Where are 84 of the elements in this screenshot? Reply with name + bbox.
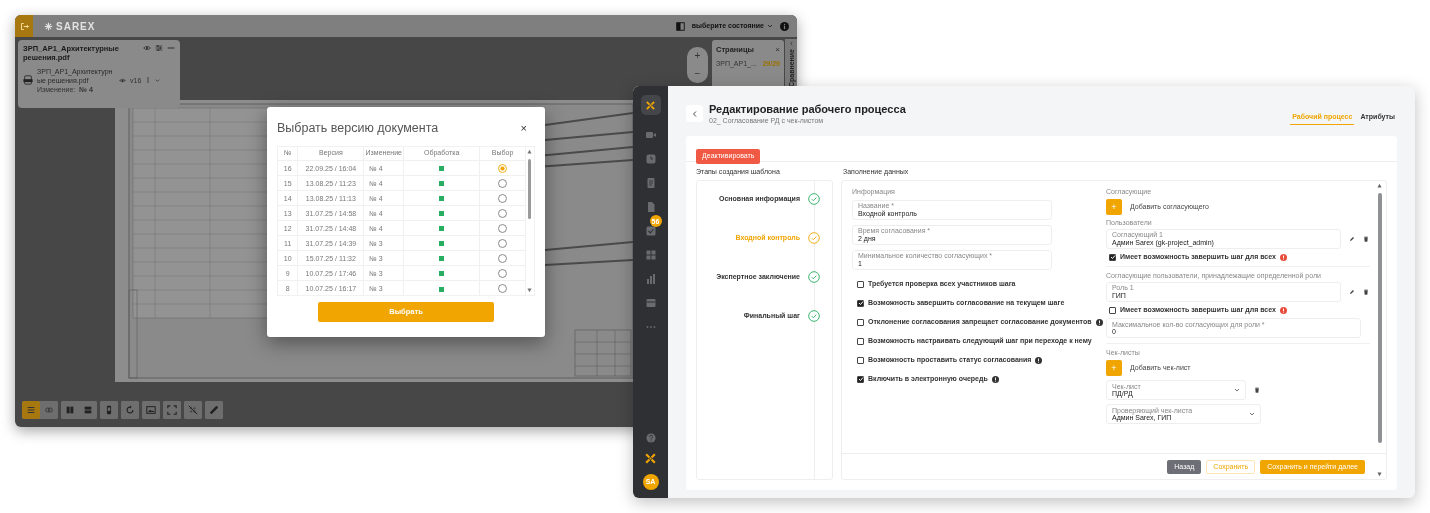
checkbox[interactable] xyxy=(1109,253,1116,261)
radio-button[interactable] xyxy=(498,238,508,248)
delete-icon[interactable] xyxy=(1363,289,1369,296)
chart-icon xyxy=(644,273,657,285)
checklist-icon xyxy=(644,225,657,237)
link-icon xyxy=(44,405,54,415)
scroll-up-icon xyxy=(526,148,533,154)
image-icon xyxy=(146,405,156,415)
layers-icon xyxy=(644,297,657,309)
back-button[interactable] xyxy=(686,105,703,122)
logo-icon xyxy=(644,452,657,465)
fullscreen-button[interactable] xyxy=(163,401,181,419)
checkbox[interactable] xyxy=(1109,306,1116,314)
chevron-left-icon[interactable] xyxy=(788,41,794,46)
layers-icon xyxy=(26,405,36,415)
layers-button[interactable] xyxy=(22,401,40,419)
exit-icon xyxy=(19,21,29,31)
radio-button[interactable] xyxy=(498,208,508,218)
close-button[interactable]: × xyxy=(775,45,780,54)
exit-button[interactable] xyxy=(15,15,33,37)
help-icon[interactable] xyxy=(645,433,656,443)
edit-icon[interactable] xyxy=(1349,236,1355,243)
radio-button[interactable] xyxy=(498,178,508,188)
radio-button[interactable] xyxy=(498,223,508,233)
ruler-button[interactable] xyxy=(205,401,223,419)
check-circle-icon xyxy=(808,271,820,283)
checkbox[interactable] xyxy=(857,280,864,288)
radio-button[interactable] xyxy=(498,163,508,173)
rotate-button[interactable] xyxy=(121,401,139,419)
video-icon xyxy=(644,129,657,141)
chevron-left-icon xyxy=(691,110,698,117)
grid-icon xyxy=(644,249,657,261)
pdf-file-icon xyxy=(23,75,33,86)
radio-button[interactable] xyxy=(498,284,508,293)
chevron-down-icon xyxy=(1249,411,1255,418)
checkbox[interactable] xyxy=(857,356,864,364)
check-circle-icon xyxy=(808,193,820,205)
rows-icon xyxy=(83,405,93,415)
check-circle-icon xyxy=(808,310,820,322)
check-circle-icon xyxy=(808,232,820,244)
help-icon xyxy=(1279,253,1287,261)
close-button[interactable]: × xyxy=(520,122,527,134)
fullscreen-icon xyxy=(167,405,177,415)
clock-icon xyxy=(644,153,657,165)
zoom-in-button[interactable]: + xyxy=(694,51,701,61)
eye-icon[interactable] xyxy=(143,44,151,52)
chevron-down-icon xyxy=(1234,387,1240,394)
help-icon xyxy=(1279,306,1287,314)
delete-icon[interactable] xyxy=(1363,236,1369,243)
dialog-title: Выбрать версию документа xyxy=(277,120,439,137)
minimize-icon[interactable] xyxy=(167,44,175,52)
grid-off-icon xyxy=(188,405,198,415)
chevron-icon[interactable] xyxy=(155,77,161,83)
page-icon xyxy=(104,405,114,415)
radio-button[interactable] xyxy=(498,253,508,263)
scrollbar[interactable] xyxy=(1376,183,1384,477)
scroll-up-icon xyxy=(1376,183,1383,188)
image-button[interactable] xyxy=(142,401,160,419)
grid-off-button[interactable] xyxy=(184,401,202,419)
checkbox[interactable] xyxy=(857,318,864,326)
page-title: Редактирование рабочего процесса xyxy=(709,102,906,117)
rotate-icon xyxy=(125,405,135,415)
columns-icon xyxy=(65,405,75,415)
checkbox[interactable] xyxy=(857,299,864,307)
sidebar-item[interactable] xyxy=(644,225,657,237)
info-icon[interactable] xyxy=(780,21,789,31)
zoom-out-button[interactable]: − xyxy=(694,69,701,79)
compare-icon[interactable] xyxy=(675,21,685,31)
page-button[interactable] xyxy=(100,401,118,419)
settings-icon[interactable] xyxy=(155,44,163,52)
logo-icon xyxy=(645,99,656,111)
logo-icon xyxy=(44,21,53,31)
logo-text: SAREX xyxy=(56,19,96,34)
delete-icon[interactable] xyxy=(1254,387,1260,394)
scroll-down-icon xyxy=(526,287,533,293)
checkbox[interactable] xyxy=(857,375,864,383)
edit-icon[interactable] xyxy=(1349,289,1355,296)
checkbox[interactable] xyxy=(857,337,864,345)
scroll-down-icon xyxy=(1376,472,1383,477)
ruler-icon xyxy=(209,405,219,415)
radio-button[interactable] xyxy=(498,193,508,203)
eye-icon[interactable] xyxy=(119,76,126,84)
chevron-icon xyxy=(767,23,773,29)
radio-button[interactable] xyxy=(498,268,508,278)
